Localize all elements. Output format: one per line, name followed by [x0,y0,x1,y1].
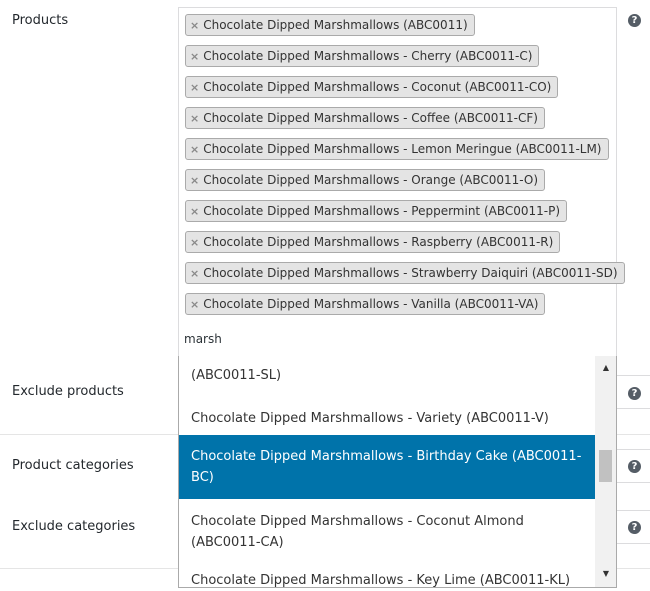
chip-label: Chocolate Dipped Marshmallows - Coconut … [203,80,552,94]
products-label: Products [12,13,69,28]
remove-icon[interactable]: × [190,236,199,249]
remove-icon[interactable]: × [190,112,199,125]
selected-product-chip[interactable]: × Chocolate Dipped Marshmallows - Orange … [185,169,546,191]
result-option[interactable]: (ABC0011-SL) [179,361,596,390]
scroll-up-arrow-icon[interactable]: ▲ [595,360,616,376]
chip-label: Chocolate Dipped Marshmallows - Cherry (… [203,49,533,63]
selected-product-chip[interactable]: × Chocolate Dipped Marshmallows (ABC0011) [185,14,475,36]
exclude-products-help-icon[interactable]: ? [628,387,641,400]
product-categories-label: Product categories [12,458,134,473]
chip-label: Chocolate Dipped Marshmallows - Coffee (… [203,111,538,125]
result-option-line: (ABC0011-CA) [191,535,284,550]
remove-icon[interactable]: × [190,298,199,311]
result-option-line: Chocolate Dipped Marshmallows - Birthday… [191,449,582,464]
selected-product-chip[interactable]: × Chocolate Dipped Marshmallows - Cherry … [185,45,540,67]
result-option-highlighted[interactable]: Chocolate Dipped Marshmallows - Birthday… [179,435,596,499]
result-option-line: Chocolate Dipped Marshmallows - Variety … [191,411,549,426]
scroll-down-arrow-icon[interactable]: ▼ [595,566,616,582]
remove-icon[interactable]: × [190,205,199,218]
selected-product-chip[interactable]: × Chocolate Dipped Marshmallows - Coconut… [185,76,559,98]
remove-icon[interactable]: × [190,174,199,187]
chip-label: Chocolate Dipped Marshmallows - Peppermi… [203,204,561,218]
chip-label: Chocolate Dipped Marshmallows - Orange (… [203,173,539,187]
result-option[interactable]: Chocolate Dipped Marshmallows - Variety … [179,402,596,435]
selected-product-chip[interactable]: × Chocolate Dipped Marshmallows - Vanilla… [185,293,546,315]
products-multiselect[interactable]: × Chocolate Dipped Marshmallows (ABC0011)… [178,7,625,357]
results-scrollbar[interactable]: ▲ ▼ [595,356,616,587]
exclude-categories-label: Exclude categories [12,519,136,534]
selected-product-chip[interactable]: × Chocolate Dipped Marshmallows - Pepperm… [185,200,568,222]
result-option-line: (ABC0011-SL) [191,368,282,383]
product-categories-help-icon[interactable]: ? [628,460,641,473]
remove-icon[interactable]: × [190,267,199,280]
chip-label: Chocolate Dipped Marshmallows - Vanilla … [203,297,539,311]
selected-product-chip[interactable]: × Chocolate Dipped Marshmallows - Raspber… [185,231,561,253]
remove-icon[interactable]: × [190,19,199,32]
products-help-icon[interactable]: ? [628,14,641,27]
result-option-line: Chocolate Dipped Marshmallows - Key Lime… [191,573,571,588]
result-option[interactable]: Chocolate Dipped Marshmallows - Key Lime… [179,564,596,588]
chip-label: Chocolate Dipped Marshmallows - Lemon Me… [203,142,602,156]
exclude-products-label: Exclude products [12,384,124,399]
selected-product-chip[interactable]: × Chocolate Dipped Marshmallows - Coffee … [185,107,545,129]
remove-icon[interactable]: × [190,50,199,63]
remove-icon[interactable]: × [190,143,199,156]
result-option-line: BC) [191,470,214,485]
exclude-categories-help-icon[interactable]: ? [628,521,641,534]
remove-icon[interactable]: × [190,81,199,94]
product-search-results[interactable]: (ABC0011-SL) Chocolate Dipped Marshmallow… [178,356,617,588]
selected-product-chip[interactable]: × Chocolate Dipped Marshmallows - Lemon M… [185,138,609,160]
selected-product-chip[interactable]: × Chocolate Dipped Marshmallows - Strawbe… [185,262,625,284]
scroll-thumb[interactable] [599,450,612,482]
chip-label: Chocolate Dipped Marshmallows (ABC0011) [203,18,468,32]
result-option-line: Chocolate Dipped Marshmallows - Coconut … [191,514,524,529]
product-search-input[interactable] [184,329,584,349]
chip-label: Chocolate Dipped Marshmallows - Strawber… [203,266,618,280]
result-option[interactable]: Chocolate Dipped Marshmallows - Coconut … [179,500,596,564]
chip-label: Chocolate Dipped Marshmallows - Raspberr… [203,235,554,249]
